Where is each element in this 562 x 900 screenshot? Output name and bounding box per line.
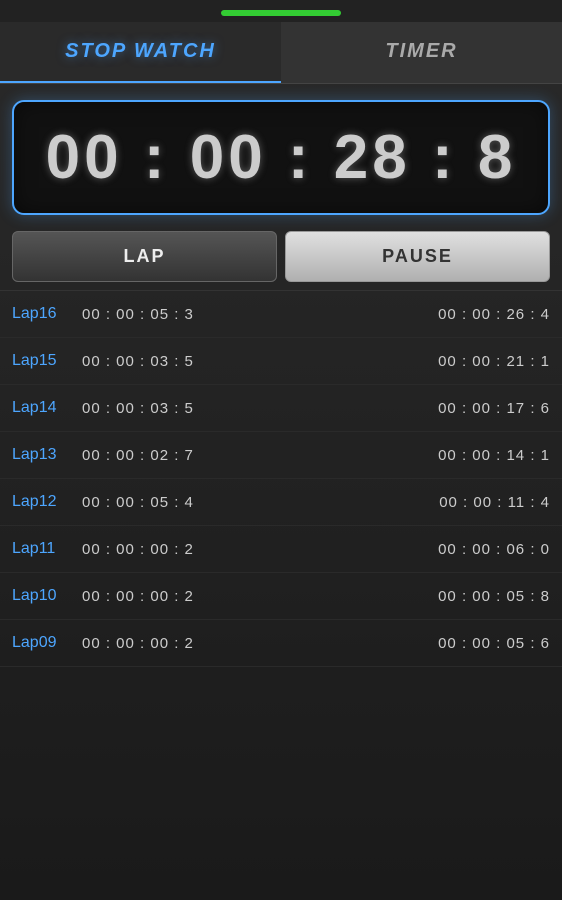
- lap-name: Lap10: [12, 587, 82, 605]
- lap-name: Lap11: [12, 540, 82, 558]
- tab-timer[interactable]: TIMER: [281, 22, 562, 83]
- lap-name: Lap15: [12, 352, 82, 370]
- lap-total-time: 00 : 00 : 14 : 1: [316, 447, 550, 464]
- table-row: Lap1600 : 00 : 05 : 300 : 00 : 26 : 4: [0, 291, 562, 338]
- table-row: Lap1100 : 00 : 00 : 200 : 00 : 06 : 0: [0, 526, 562, 573]
- top-bar: [0, 0, 562, 22]
- table-row: Lap1200 : 00 : 05 : 400 : 00 : 11 : 4: [0, 479, 562, 526]
- table-row: Lap1500 : 00 : 03 : 500 : 00 : 21 : 1: [0, 338, 562, 385]
- table-row: Lap1000 : 00 : 00 : 200 : 00 : 05 : 8: [0, 573, 562, 620]
- lap-total-time: 00 : 00 : 06 : 0: [316, 541, 550, 558]
- lap-split-time: 00 : 00 : 00 : 2: [82, 588, 316, 605]
- app-container: STOP WATCH TIMER 00 : 00 : 28 : 8 LAP PA…: [0, 0, 562, 900]
- table-row: Lap1400 : 00 : 03 : 500 : 00 : 17 : 6: [0, 385, 562, 432]
- lap-name: Lap09: [12, 634, 82, 652]
- lap-split-time: 00 : 00 : 03 : 5: [82, 353, 316, 370]
- lap-split-time: 00 : 00 : 05 : 4: [82, 494, 316, 511]
- lap-total-time: 00 : 00 : 05 : 6: [316, 635, 550, 652]
- buttons-row: LAP PAUSE: [12, 231, 550, 282]
- lap-list: Lap1600 : 00 : 05 : 300 : 00 : 26 : 4Lap…: [0, 291, 562, 900]
- lap-split-time: 00 : 00 : 02 : 7: [82, 447, 316, 464]
- lap-split-time: 00 : 00 : 00 : 2: [82, 541, 316, 558]
- table-row: Lap0900 : 00 : 00 : 200 : 00 : 05 : 6: [0, 620, 562, 667]
- lap-total-time: 00 : 00 : 17 : 6: [316, 400, 550, 417]
- tab-timer-label: TIMER: [385, 40, 457, 62]
- lap-total-time: 00 : 00 : 05 : 8: [316, 588, 550, 605]
- time-display-container: 00 : 00 : 28 : 8: [12, 100, 550, 215]
- lap-name: Lap12: [12, 493, 82, 511]
- lap-total-time: 00 : 00 : 26 : 4: [316, 306, 550, 323]
- tab-stopwatch[interactable]: STOP WATCH: [0, 22, 281, 83]
- lap-name: Lap13: [12, 446, 82, 464]
- lap-name: Lap16: [12, 305, 82, 323]
- lap-split-time: 00 : 00 : 03 : 5: [82, 400, 316, 417]
- lap-total-time: 00 : 00 : 11 : 4: [316, 494, 550, 511]
- tab-bar: STOP WATCH TIMER: [0, 22, 562, 84]
- green-indicator: [221, 10, 341, 16]
- lap-name: Lap14: [12, 399, 82, 417]
- lap-total-time: 00 : 00 : 21 : 1: [316, 353, 550, 370]
- table-row: Lap1300 : 00 : 02 : 700 : 00 : 14 : 1: [0, 432, 562, 479]
- lap-button[interactable]: LAP: [12, 231, 277, 282]
- tab-stopwatch-label: STOP WATCH: [65, 40, 216, 62]
- lap-split-time: 00 : 00 : 00 : 2: [82, 635, 316, 652]
- pause-button[interactable]: PAUSE: [285, 231, 550, 282]
- lap-split-time: 00 : 00 : 05 : 3: [82, 306, 316, 323]
- time-display: 00 : 00 : 28 : 8: [46, 122, 517, 193]
